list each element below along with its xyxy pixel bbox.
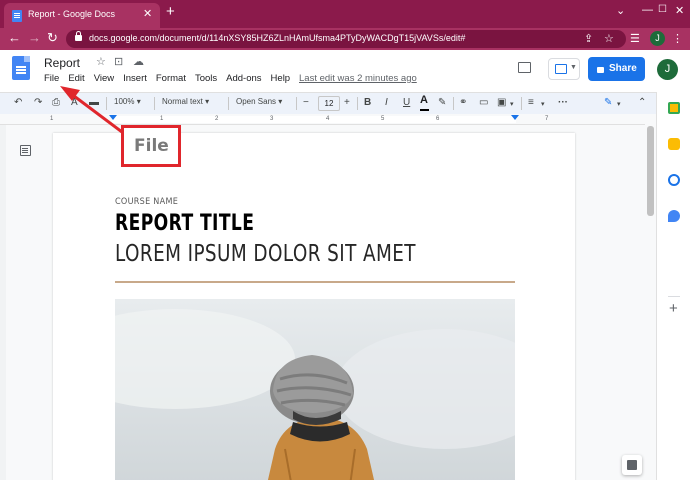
screen: Report - Google Docs ✕ + ⌄ — ☐ ✕ ← → ↻ d… [0,0,690,480]
callout-text: File [134,136,169,156]
file-callout-box: File [121,125,181,167]
annotation-arrow [60,86,123,134]
